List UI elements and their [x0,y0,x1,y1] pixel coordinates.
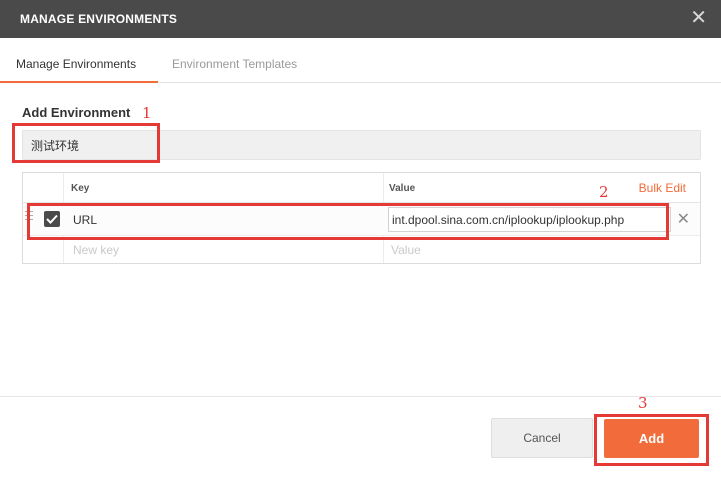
annotation-number-2: 2 [599,183,609,201]
add-button[interactable]: Add [604,419,699,458]
new-row: New key Value [23,236,700,264]
row-enabled-checkbox[interactable] [44,211,60,227]
bulk-edit-link[interactable]: Bulk Edit [639,181,686,195]
new-value-placeholder[interactable]: Value [391,243,421,257]
new-key-placeholder[interactable]: New key [73,243,119,257]
value-column-header: Value [389,183,416,194]
annotation-number-3: 3 [638,394,648,412]
delete-row-icon[interactable]: ✕ [677,209,690,229]
tab-manage-environments[interactable]: Manage Environments [16,57,136,71]
section-label: Add Environment [22,105,131,120]
annotation-number-1: 1 [142,104,152,122]
environment-name-input[interactable] [22,130,701,160]
dialog-titlebar: MANAGE ENVIRONMENTS ✕ [0,0,721,38]
close-icon[interactable]: ✕ [690,8,707,28]
footer-divider [0,396,721,397]
key-column-header: Key [71,183,90,194]
active-tab-indicator [0,81,158,83]
drag-handle-icon[interactable] [25,211,37,225]
dialog-title: MANAGE ENVIRONMENTS [20,12,178,26]
tab-bar: Manage Environments Environment Template… [0,38,721,83]
tab-environment-templates[interactable]: Environment Templates [172,57,297,71]
row-value-input[interactable] [388,207,671,232]
row-key-text[interactable]: URL [73,213,97,227]
cancel-button[interactable]: Cancel [491,418,593,458]
table-row: URL ✕ [23,203,700,236]
checkmark-icon [46,214,58,224]
